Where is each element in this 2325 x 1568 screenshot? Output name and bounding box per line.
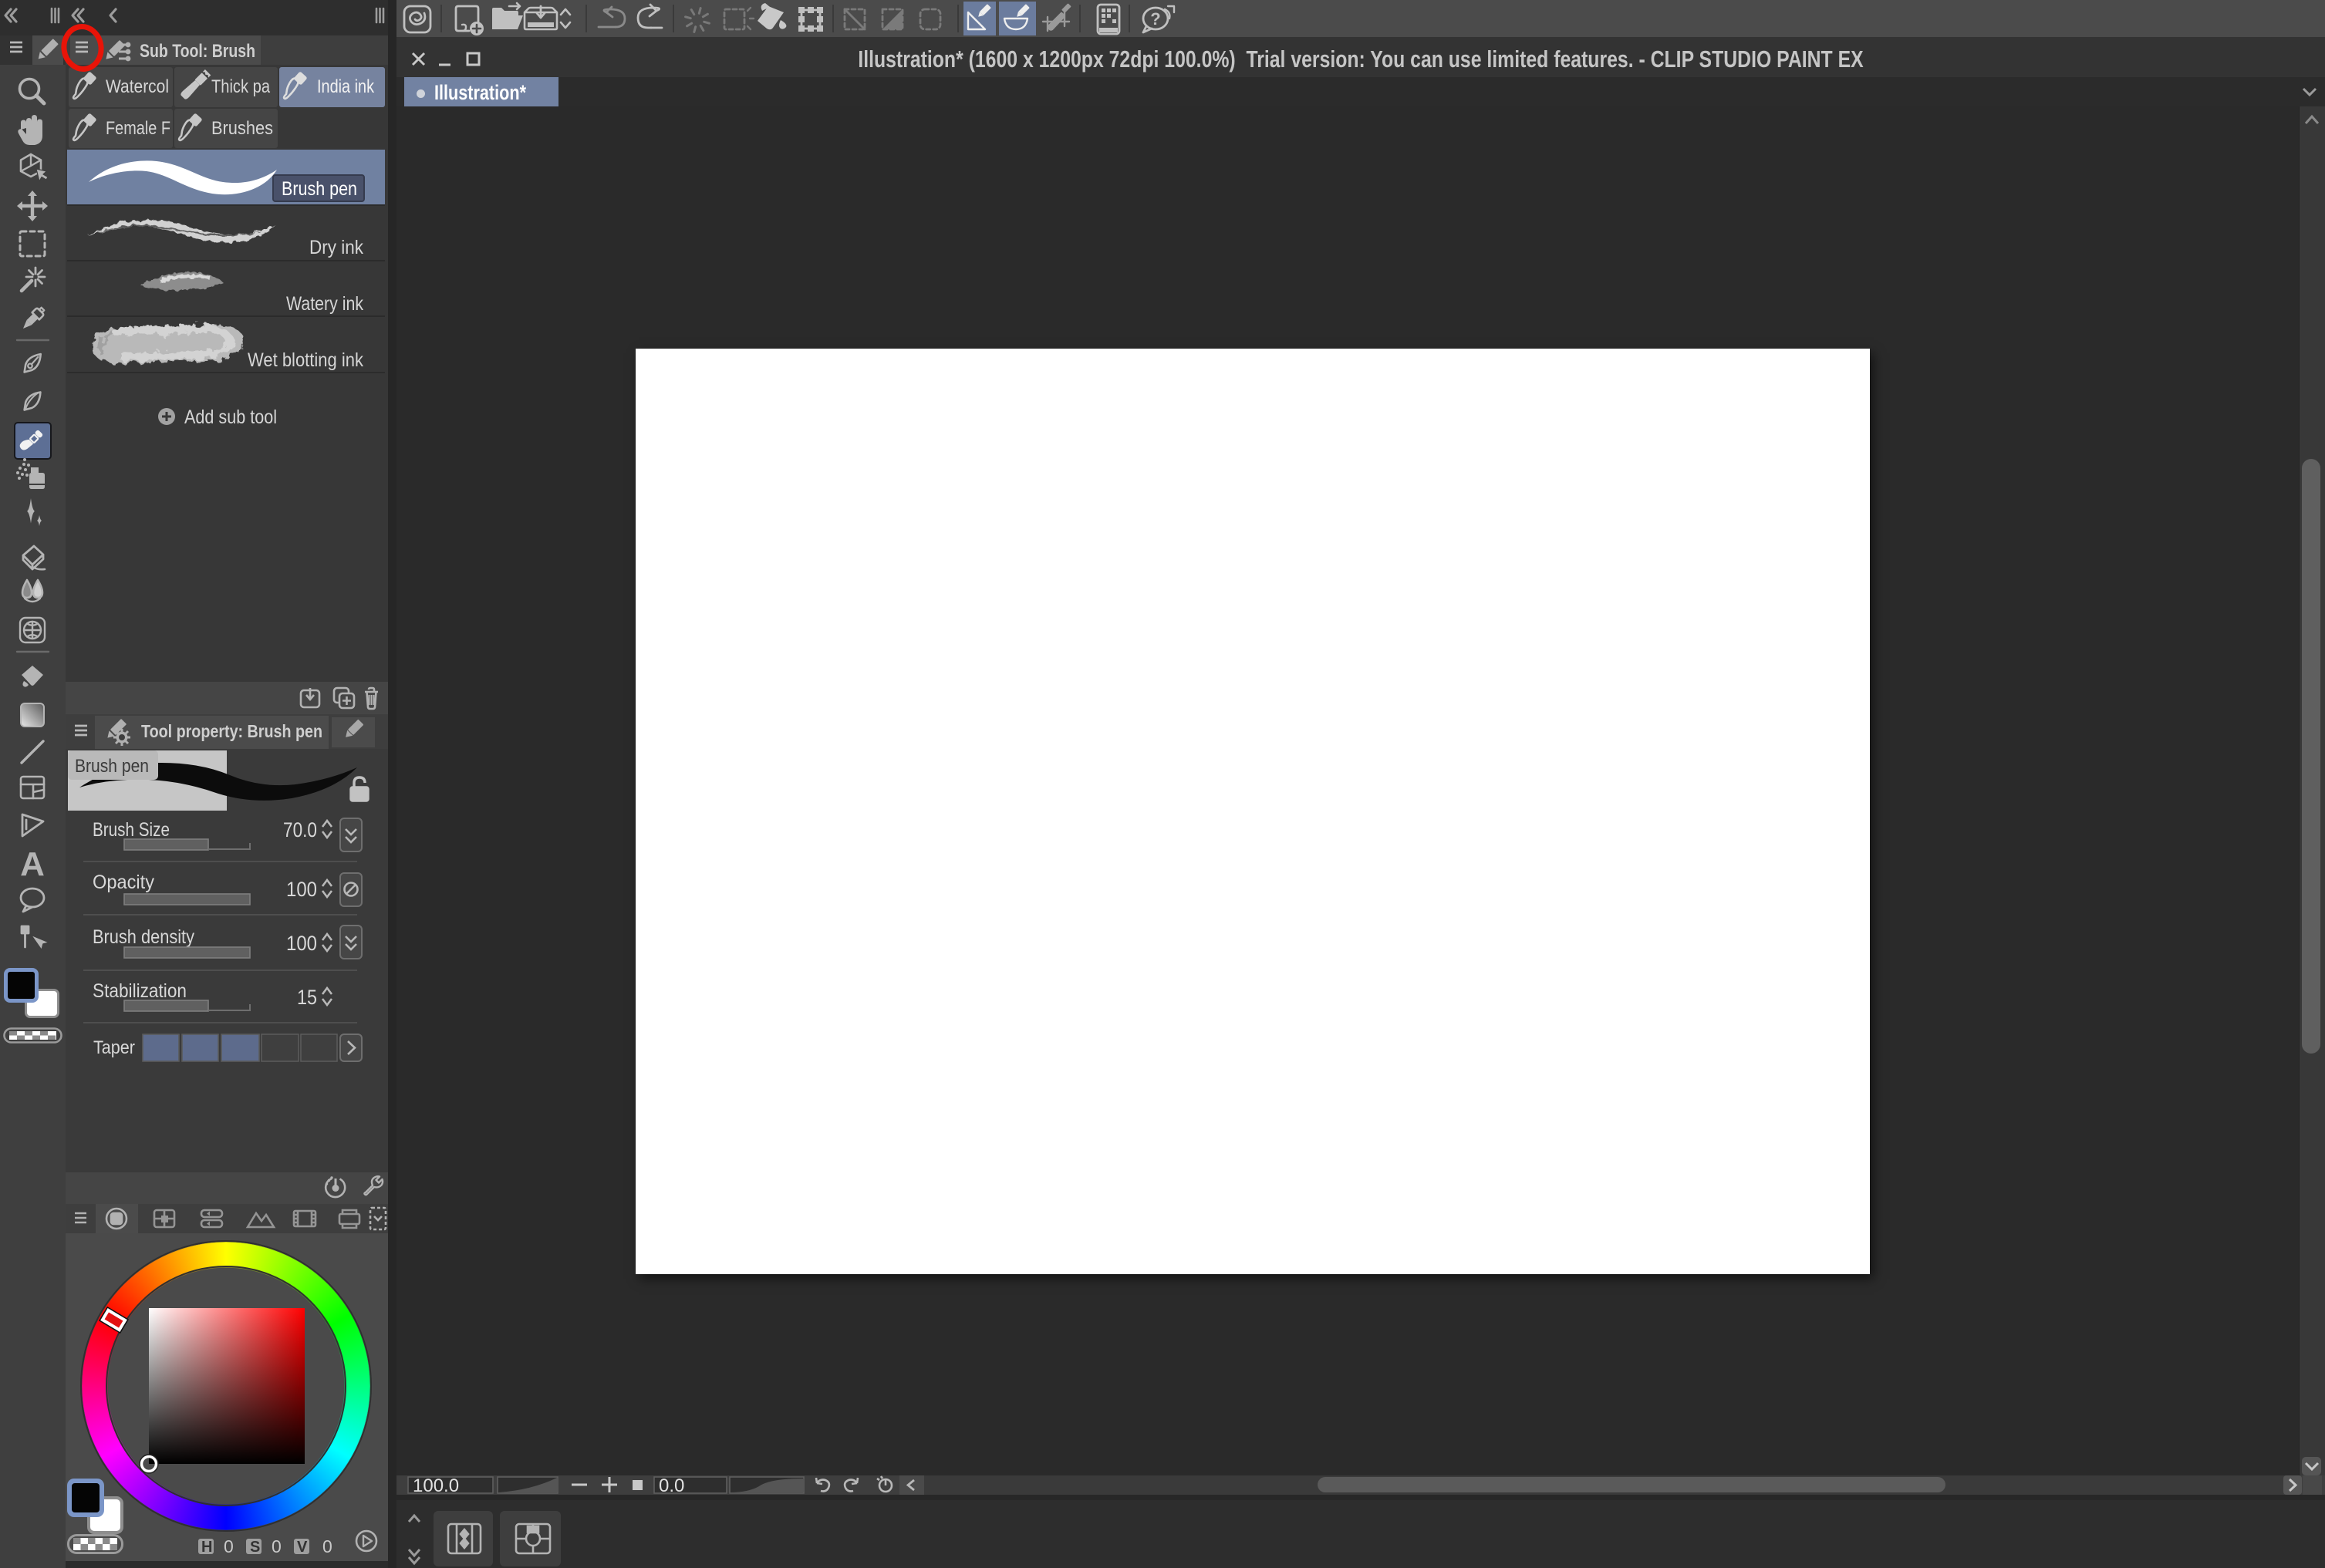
svg-text:Sub Tool: Brush: Sub Tool: Brush	[140, 41, 255, 62]
svg-text:Illustration*: Illustration*	[434, 81, 526, 104]
svg-text:0: 0	[272, 1536, 282, 1556]
svg-text:Dry ink: Dry ink	[309, 237, 363, 258]
svg-text:Brushes: Brushes	[211, 118, 273, 139]
svg-text:H: H	[201, 1539, 212, 1556]
svg-text:A: A	[20, 845, 45, 883]
svg-text:Thick pa: Thick pa	[211, 76, 271, 97]
svg-text:0: 0	[224, 1536, 234, 1556]
svg-text:70.0: 70.0	[283, 818, 317, 841]
svg-text:100: 100	[286, 878, 317, 901]
svg-text:Opacity: Opacity	[93, 872, 154, 893]
svg-text:15: 15	[297, 986, 317, 1009]
svg-text:Stabilization: Stabilization	[93, 980, 187, 1002]
svg-text:Watery ink: Watery ink	[286, 293, 363, 315]
svg-text:Brush Size: Brush Size	[93, 819, 170, 841]
svg-text:S: S	[250, 1539, 260, 1556]
svg-text:Wet blotting ink: Wet blotting ink	[248, 349, 363, 371]
svg-text:India ink: India ink	[317, 76, 375, 97]
svg-text:Brush pen: Brush pen	[282, 178, 357, 200]
svg-text:100.0: 100.0	[413, 1475, 459, 1495]
svg-text:Watercol: Watercol	[106, 76, 169, 97]
svg-text:Brush pen: Brush pen	[75, 756, 149, 777]
svg-text:0: 0	[322, 1536, 332, 1556]
svg-text:Brush density: Brush density	[93, 926, 194, 948]
svg-text:Female F: Female F	[106, 118, 170, 139]
svg-text:0.0: 0.0	[659, 1475, 684, 1495]
svg-text:Taper: Taper	[93, 1037, 135, 1058]
svg-text:Tool property: Brush pen: Tool property: Brush pen	[141, 721, 322, 741]
svg-text:?: ?	[1150, 9, 1160, 29]
svg-text:Add sub tool: Add sub tool	[184, 406, 277, 428]
svg-text:V: V	[297, 1539, 308, 1556]
svg-text:100: 100	[286, 932, 317, 955]
